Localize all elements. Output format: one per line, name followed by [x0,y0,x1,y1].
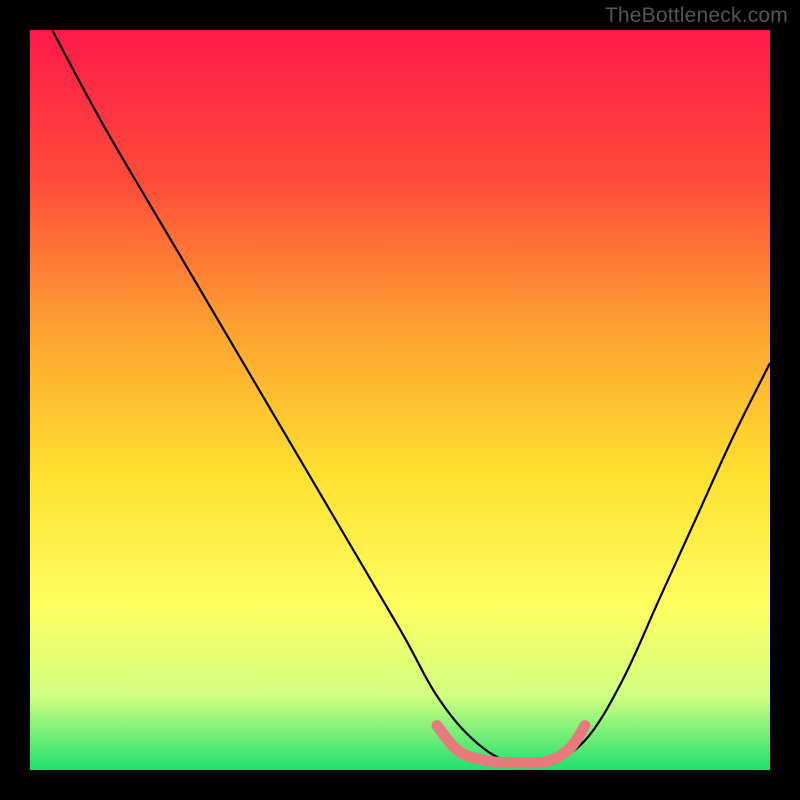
gradient-background [30,30,770,770]
chart-svg [30,30,770,770]
plot-area [30,30,770,770]
watermark-text: TheBottleneck.com [605,4,788,28]
